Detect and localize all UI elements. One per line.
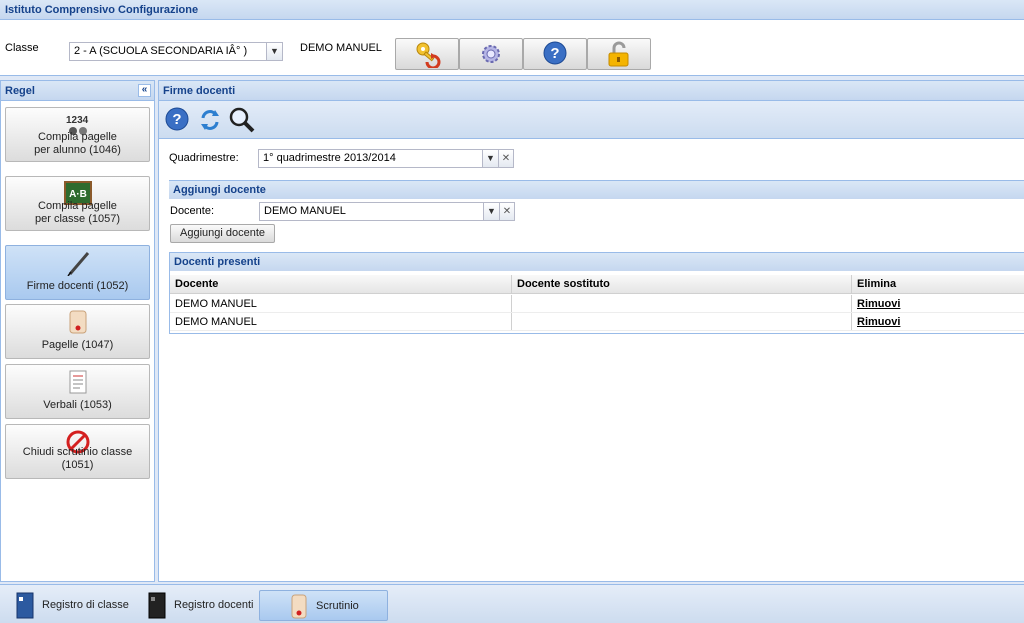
sidebar: Regel « 1234 Compila pagelle per alunno (… — [0, 80, 155, 582]
table-row: DEMO MANUEL Rimuovi — [170, 313, 1024, 331]
book-icon — [148, 592, 166, 619]
window-title: Istituto Comprensivo Configurazione — [0, 0, 1024, 20]
sidebar-item-label: Firme docenti (1052) — [26, 280, 129, 292]
rimuovi-link[interactable]: Rimuovi — [857, 316, 900, 328]
close-icon: ✕ — [501, 153, 511, 164]
tab-registro-di-classe[interactable]: Registro di classe — [4, 590, 132, 621]
column-header-elimina[interactable]: Elimina — [852, 275, 1024, 293]
section-title: Aggiungi docente — [169, 181, 1024, 199]
tab-label: Registro di classe — [42, 599, 129, 611]
sidebar-item-label: Compila pagelle — [38, 131, 117, 143]
sidebar-item-label: Chiudi scrutinio classe (1051) — [22, 446, 133, 471]
refresh-icon[interactable] — [196, 106, 224, 134]
sidebar-item-label: Compila pagelle — [38, 200, 117, 212]
quadrimestre-label: Quadrimestre: — [169, 152, 239, 164]
key-refresh-button[interactable] — [395, 38, 459, 70]
help-icon: ? — [543, 41, 567, 65]
column-header-sostituto[interactable]: Docente sostituto — [512, 275, 852, 293]
sidebar-item-chiudi-scrutinio[interactable]: Chiudi scrutinio classe (1051) — [5, 424, 150, 479]
classe-dropdown-trigger[interactable]: ▼ — [266, 42, 283, 61]
unlock-button[interactable] — [587, 38, 651, 70]
document-icon — [69, 370, 87, 394]
sidebar-item-verbali[interactable]: Verbali (1053) — [5, 364, 150, 419]
section-title: Docenti presenti — [170, 253, 1024, 271]
quadrimestre-clear-button[interactable]: ✕ — [498, 149, 514, 168]
scroll-icon — [291, 594, 307, 619]
collapse-sidebar-button[interactable]: « — [138, 84, 151, 97]
column-header-docente[interactable]: Docente — [170, 275, 512, 293]
docenti-presenti-grid: Docenti presenti Docente Docente sostitu… — [169, 252, 1024, 334]
settings-button[interactable] — [459, 38, 523, 70]
sidebar-item-sublabel: per classe (1057) — [35, 213, 120, 225]
sidebar-header: Regel « — [1, 81, 154, 101]
classe-combo[interactable]: 2 - A (SCUOLA SECONDARIA IÂ° ) — [69, 42, 267, 61]
svg-text:1234: 1234 — [66, 115, 89, 126]
main-panel-title: Firme docenti — [159, 81, 1024, 101]
svg-text:?: ? — [172, 111, 181, 128]
book-icon — [16, 592, 34, 619]
close-icon: ✕ — [502, 206, 512, 217]
svg-text:?: ? — [550, 45, 559, 62]
grid-header: Docente Docente sostituto Elimina — [170, 275, 1024, 294]
table-row: DEMO MANUEL Rimuovi — [170, 295, 1024, 313]
tab-label: Registro docenti — [174, 599, 254, 611]
sidebar-item-pagelle[interactable]: Pagelle (1047) — [5, 304, 150, 359]
chevron-down-icon: ▼ — [487, 206, 496, 216]
chevron-down-icon: ▼ — [270, 46, 279, 56]
key-refresh-icon — [416, 42, 441, 68]
sidebar-item-compila-per-alunno[interactable]: 1234 Compila pagelle per alunno (1046) — [5, 107, 150, 162]
sidebar-item-label: Pagelle (1047) — [41, 339, 114, 351]
scroll-icon — [69, 310, 87, 334]
help-icon[interactable]: ? — [163, 106, 191, 134]
sidebar-title: Regel — [5, 85, 35, 97]
aggiungi-docente-button[interactable]: Aggiungi docente — [170, 224, 276, 243]
collapse-icon: « — [141, 84, 148, 95]
docente-clear-button[interactable]: ✕ — [499, 202, 515, 221]
cell-sostituto — [512, 313, 852, 330]
pen-icon — [67, 252, 90, 276]
classe-label: Classe — [5, 42, 39, 54]
help-button[interactable]: ? — [523, 38, 587, 70]
gear-icon — [482, 45, 500, 63]
cell-docente: DEMO MANUEL — [170, 295, 512, 312]
tab-registro-docenti[interactable]: Registro docenti — [136, 590, 256, 621]
unlock-icon — [608, 41, 629, 67]
sidebar-item-label: Verbali (1053) — [43, 399, 112, 411]
quadrimestre-combo[interactable]: 1° quadrimestre 2013/2014 — [258, 149, 483, 168]
quadrimestre-dropdown-trigger[interactable]: ▼ — [482, 149, 499, 168]
search-icon[interactable] — [228, 106, 256, 134]
tab-scrutinio[interactable]: Scrutinio — [259, 590, 388, 621]
docente-combo[interactable]: DEMO MANUEL — [259, 202, 484, 221]
svg-text:A·B: A·B — [69, 189, 87, 200]
top-toolbar: Classe 2 - A (SCUOLA SECONDARIA IÂ° ) ▼ … — [0, 20, 1024, 76]
cell-docente: DEMO MANUEL — [170, 313, 512, 330]
sidebar-item-compila-per-classe[interactable]: A·B Compila pagelle per classe (1057) — [5, 176, 150, 231]
rimuovi-link[interactable]: Rimuovi — [857, 298, 900, 310]
docente-label: Docente: — [170, 205, 215, 217]
main-toolbar: ? — [159, 101, 1024, 139]
bottom-taskbar: Registro di classe Registro docenti Scru… — [0, 584, 1024, 623]
user-name: DEMO MANUEL — [300, 42, 382, 54]
main-panel: Firme docenti ? Quadrimestre: 1° quadrim… — [158, 80, 1024, 582]
sidebar-item-sublabel: per alunno (1046) — [34, 144, 121, 156]
chevron-down-icon: ▼ — [486, 153, 495, 163]
sidebar-item-firme-docenti[interactable]: Firme docenti (1052) — [5, 245, 150, 300]
docente-dropdown-trigger[interactable]: ▼ — [483, 202, 500, 221]
cell-sostituto — [512, 295, 852, 312]
